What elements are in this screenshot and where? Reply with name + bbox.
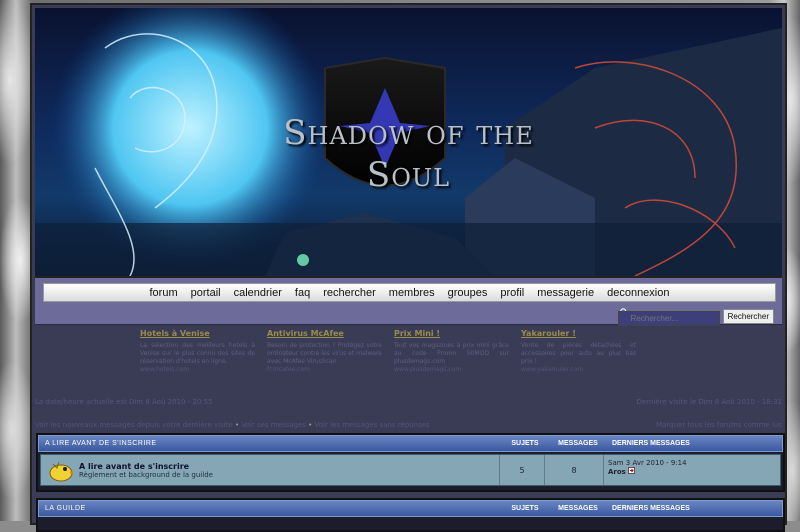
current-time: La date/heure actuelle est Dim 8 Aoû 201… [35,398,213,406]
view-latest-post-icon[interactable] [628,467,636,474]
ad-desc: La sélection des meilleurs hotels à Veni… [140,342,255,365]
nav-deconnexion[interactable]: deconnexion [607,287,669,299]
nav-links: forum portail calendrier faq rechercher … [43,283,776,302]
nav-groupes[interactable]: groupes [448,287,488,299]
nav-messagerie[interactable]: messagerie [537,287,594,299]
ad-title[interactable]: Yakarouler ! [521,329,636,338]
forum-posts-count: 8 [544,455,603,485]
ad-title[interactable]: Prix Mini ! [394,329,509,338]
forum-title[interactable]: A lire avant de s'inscrire [79,462,213,471]
forum-main: A lire avant de s'inscrire Règlement et … [41,455,499,485]
forum-last-post: Sam 3 Avr 2010 - 9:14 Aros [603,455,780,485]
nav-rechercher[interactable]: rechercher [323,287,376,299]
nav-calendrier[interactable]: calendrier [234,287,282,299]
ad-desc: Besoin de protection ? Protégez votre or… [267,342,382,365]
category-header: La Guilde Sujets Messages Derniers Messa… [38,500,783,517]
link-unanswered[interactable]: Voir les messages sans réponses [315,421,430,429]
ad-item[interactable]: Hotels à Venise La sélection des meilleu… [140,329,255,373]
site-title-line2: Soul [366,155,451,195]
ad-desc: Tout vos magazines à prix mini grâce au … [394,342,509,365]
ad-desc: Vente de pièces détachées et accessoires… [521,342,636,365]
ad-url[interactable]: www.plusdemags.com [394,366,509,373]
category-title[interactable]: La Guilde [39,505,502,512]
page-frame: Shadow of the Soul forum portail calendr… [30,3,787,532]
banner: Shadow of the Soul [35,8,782,278]
navbar: forum portail calendrier faq rechercher … [35,278,782,326]
nav-profil[interactable]: profil [500,287,524,299]
separator: • [235,421,240,429]
last-visit: Dernière visite le Dim 8 Aoû 2010 - 18:3… [636,398,782,406]
search-input[interactable] [617,311,720,326]
link-your-posts[interactable]: Voir ses messages [241,421,306,429]
column-messages: Messages [558,440,598,447]
column-topics: Sujets [511,440,539,447]
quick-links: Voir les nouveaux messages depuis votre … [35,421,782,429]
category-title[interactable]: A lire avant de s'inscrire [39,440,502,447]
column-last: Derniers Messages [612,440,690,447]
ad-title[interactable]: Hotels à Venise [140,329,255,338]
column-messages: Messages [558,505,598,512]
last-post-user[interactable]: Aros [608,468,626,476]
search-button[interactable]: Rechercher [722,308,774,324]
nav-portail[interactable]: portail [191,287,221,299]
search-wrap [617,306,720,326]
ad-url[interactable]: www.hotels.com [140,366,255,373]
visit-info: La date/heure actuelle est Dim 8 Aoû 201… [35,398,782,406]
link-new-posts[interactable]: Voir les nouveaux messages depuis votre … [35,421,233,429]
column-last: Derniers Messages [612,505,690,512]
ad-item[interactable]: Prix Mini ! Tout vos magazines à prix mi… [394,329,509,373]
ad-url[interactable]: fr.mcafee.com [267,366,382,373]
column-topics: Sujets [511,505,539,512]
category-box: A lire avant de s'inscrire Sujets Messag… [36,433,785,492]
separator: • [308,421,313,429]
nav-membres[interactable]: membres [389,287,435,299]
forum-chick-icon [49,461,75,482]
site-title: Shadow of the Soul [35,112,782,196]
ad-item[interactable]: Antivirus McAfee Besoin de protection ? … [267,329,382,373]
last-post-date: Sam 3 Avr 2010 - 9:14 [608,459,687,467]
category-box: La Guilde Sujets Messages Derniers Messa… [36,498,785,532]
link-mark-read[interactable]: Marquer tous les forums comme lus [656,421,782,429]
nav-faq[interactable]: faq [295,287,310,299]
forum-desc: Règlement et background de la guilde [79,470,213,479]
ad-url[interactable]: www.yakarouler.com [521,366,636,373]
forum-topics-count: 5 [499,455,544,485]
nav-forum[interactable]: forum [150,287,178,299]
forum-row: A lire avant de s'inscrire Règlement et … [40,454,781,486]
forum-text: A lire avant de s'inscrire Règlement et … [79,462,213,479]
search-box: Rechercher [617,306,774,326]
ad-title[interactable]: Antivirus McAfee [267,329,382,338]
ad-block: Hotels à Venise La sélection des meilleu… [140,329,660,389]
category-header: A lire avant de s'inscrire Sujets Messag… [38,435,783,452]
site-title-line1: Shadow of the [283,113,534,153]
ad-item[interactable]: Yakarouler ! Vente de pièces détachées e… [521,329,636,373]
